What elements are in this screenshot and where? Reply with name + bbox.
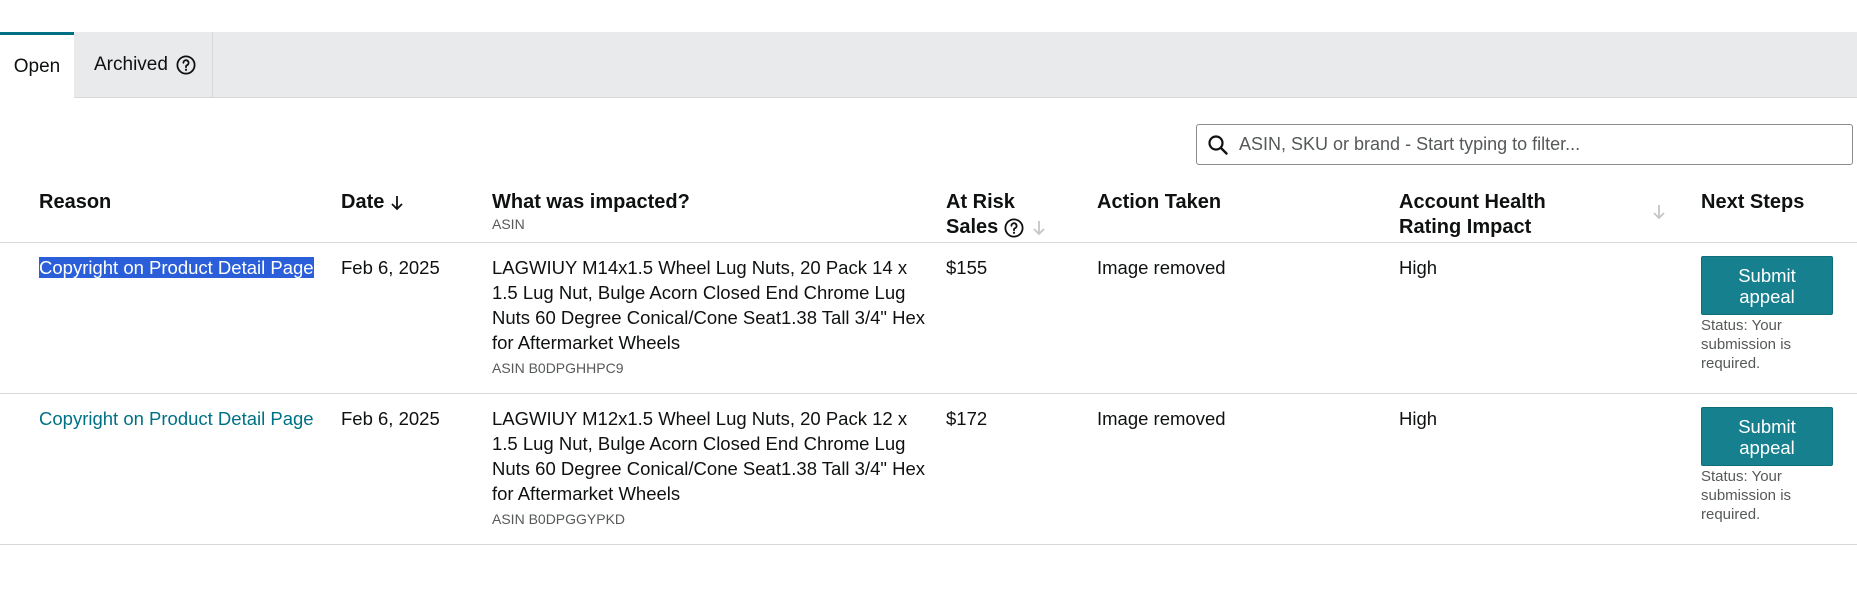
search-input[interactable] <box>1239 134 1829 155</box>
status-text: Status: Your submission is required. <box>1701 317 1792 372</box>
help-icon[interactable] <box>176 55 196 75</box>
column-impacted-sublabel: ASIN <box>492 216 525 232</box>
column-impacted-label: What was impacted? <box>492 191 690 213</box>
column-health-label-1: Account Health <box>1399 191 1546 213</box>
column-date-label: Date <box>341 191 385 213</box>
column-date[interactable]: Date <box>341 190 404 215</box>
sort-down-icon[interactable] <box>1652 204 1666 225</box>
reason-link[interactable]: Copyright on Product Detail Page <box>39 408 314 429</box>
action-taken-cell: Image removed <box>1097 257 1226 278</box>
search-icon <box>1207 134 1229 156</box>
tab-archived-label: Archived <box>94 54 168 75</box>
health-impact-cell: High <box>1399 257 1438 278</box>
asin-label: ASIN B0DPGHHPC9 <box>492 360 624 376</box>
health-impact-cell: High <box>1399 408 1438 429</box>
table-row: Copyright on Product Detail Page Feb 6, … <box>0 243 1857 394</box>
at-risk-sales-cell: $172 <box>946 408 988 429</box>
action-taken-cell: Image removed <box>1097 408 1226 429</box>
tab-open[interactable]: Open <box>0 32 74 99</box>
submit-appeal-button[interactable]: Submit appeal <box>1701 407 1833 466</box>
column-reason: Reason <box>39 190 111 215</box>
column-health-impact[interactable]: Account Health Rating Impact <box>1399 190 1546 240</box>
impacted-cell: LAGWIUY M12x1.5 Wheel Lug Nuts, 20 Pack … <box>492 406 932 529</box>
tab-open-label: Open <box>13 56 61 77</box>
impacted-cell: LAGWIUY M14x1.5 Wheel Lug Nuts, 20 Pack … <box>492 255 932 378</box>
column-impacted: What was impacted? ASIN <box>492 190 690 233</box>
date-cell: Feb 6, 2025 <box>341 257 440 278</box>
reason-cell: Copyright on Product Detail Page <box>39 255 314 280</box>
table-row: Copyright on Product Detail Page Feb 6, … <box>0 394 1857 545</box>
table-header: Reason Date What was impacted? ASIN At R… <box>0 186 1857 243</box>
status-text: Status: Your submission is required. <box>1701 468 1792 523</box>
reason-cell: Copyright on Product Detail Page <box>39 406 314 431</box>
search-box <box>1196 124 1853 165</box>
product-title: LAGWIUY M14x1.5 Wheel Lug Nuts, 20 Pack … <box>492 257 926 353</box>
date-cell: Feb 6, 2025 <box>341 408 440 429</box>
column-at-risk-label-1: At Risk <box>946 191 1015 213</box>
column-at-risk-sales[interactable]: At Risk Sales <box>946 190 1046 240</box>
at-risk-sales-cell: $155 <box>946 257 988 278</box>
column-action-taken: Action Taken <box>1097 190 1221 215</box>
column-health-label-2: Rating Impact <box>1399 216 1532 238</box>
sort-down-icon[interactable] <box>1032 220 1046 236</box>
product-title: LAGWIUY M12x1.5 Wheel Lug Nuts, 20 Pack … <box>492 408 926 504</box>
tab-archived[interactable]: Archived <box>74 32 213 98</box>
tab-bar: Open Archived <box>0 32 1857 99</box>
column-next-steps: Next Steps <box>1701 190 1804 215</box>
column-reason-label: Reason <box>39 191 112 213</box>
sort-down-icon[interactable] <box>390 195 404 211</box>
reason-link[interactable]: Copyright on Product Detail Page <box>39 257 314 278</box>
asin-label: ASIN B0DPGGYPKD <box>492 511 626 527</box>
submit-appeal-button[interactable]: Submit appeal <box>1701 256 1833 315</box>
column-at-risk-label-2: Sales <box>946 216 999 238</box>
column-next-steps-label: Next Steps <box>1701 191 1805 213</box>
help-icon[interactable] <box>1004 218 1024 238</box>
column-action-label: Action Taken <box>1097 191 1222 213</box>
